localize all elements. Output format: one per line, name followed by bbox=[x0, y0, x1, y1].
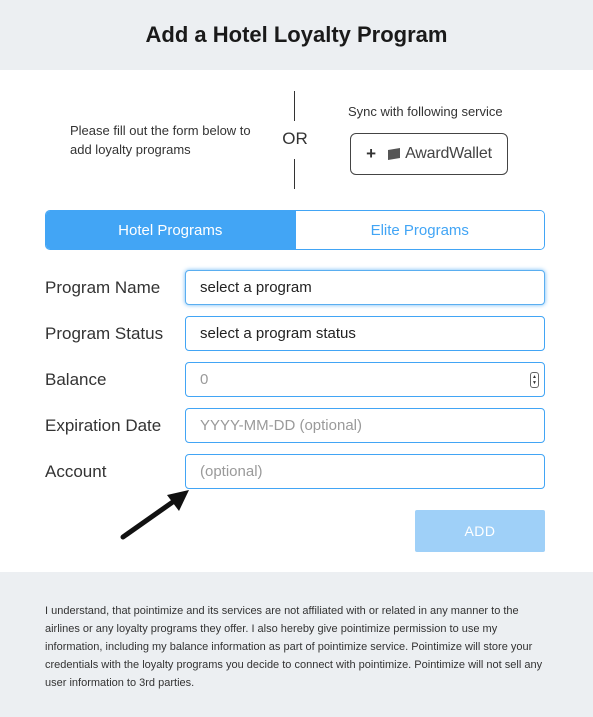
sync-label: Sync with following service bbox=[348, 104, 503, 119]
program-status-select[interactable]: select a program status bbox=[185, 316, 545, 351]
intro-text: Please fill out the form below to add lo… bbox=[70, 123, 251, 157]
page-header: Add a Hotel Loyalty Program bbox=[0, 0, 593, 70]
annotation-arrow-icon bbox=[120, 490, 189, 540]
program-name-value: select a program bbox=[200, 279, 312, 296]
account-label: Account bbox=[45, 462, 107, 481]
disclaimer-text: I understand, that pointimize and its se… bbox=[45, 605, 543, 689]
balance-input[interactable]: 0 ▲ ▼ bbox=[185, 362, 545, 397]
account-input[interactable]: (optional) bbox=[185, 454, 545, 489]
awardwallet-logo-icon bbox=[388, 148, 401, 160]
program-name-select[interactable]: select a program bbox=[185, 270, 545, 305]
page-title: Add a Hotel Loyalty Program bbox=[145, 22, 448, 47]
program-tabs: Hotel Programs Elite Programs bbox=[45, 210, 545, 250]
awardwallet-sync-button[interactable]: + AwardWallet bbox=[350, 133, 508, 175]
program-status-label: Program Status bbox=[45, 324, 164, 343]
or-label: OR bbox=[282, 129, 308, 148]
program-name-label: Program Name bbox=[45, 278, 161, 297]
balance-placeholder: 0 bbox=[200, 371, 209, 388]
balance-label: Balance bbox=[45, 370, 107, 389]
expiration-date-placeholder: YYYY-MM-DD (optional) bbox=[200, 417, 362, 434]
expiration-date-label: Expiration Date bbox=[45, 416, 162, 435]
awardwallet-label: AwardWallet bbox=[405, 145, 492, 162]
tab-elite-programs[interactable]: Elite Programs bbox=[294, 211, 544, 249]
expiration-date-input[interactable]: YYYY-MM-DD (optional) bbox=[185, 408, 545, 443]
account-placeholder: (optional) bbox=[200, 463, 263, 480]
chevron-down-icon[interactable]: ▼ bbox=[532, 380, 537, 386]
or-divider-top bbox=[294, 91, 295, 121]
balance-stepper[interactable]: ▲ ▼ bbox=[530, 372, 539, 388]
footer: I understand, that pointimize and its se… bbox=[0, 572, 593, 717]
program-status-value: select a program status bbox=[200, 325, 356, 342]
or-divider-bottom bbox=[294, 159, 295, 189]
tab-hotel-programs[interactable]: Hotel Programs bbox=[46, 211, 295, 249]
plus-icon: + bbox=[366, 144, 377, 163]
add-button[interactable]: ADD bbox=[415, 510, 545, 552]
